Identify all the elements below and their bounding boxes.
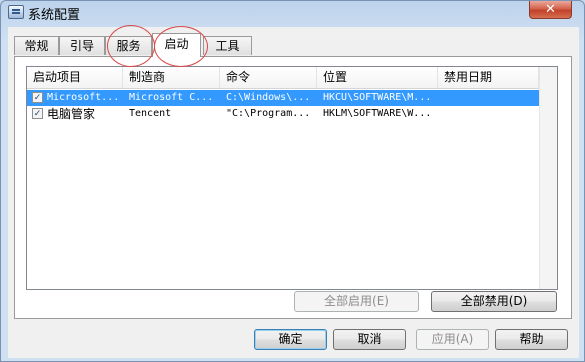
item-location: HKLM\SOFTWARE\W... (323, 108, 432, 119)
list-item[interactable]: ✓ Microsoft... Microsoft C... C:\Windows… (27, 90, 539, 106)
highlight-circle-services (107, 25, 155, 67)
item-manufacturer: Microsoft C... (129, 92, 214, 103)
enable-all-button[interactable]: 全部启用(E) (294, 291, 419, 312)
item-location: HKCU\SOFTWARE\M... (323, 92, 432, 103)
system-config-window: 系统配置 ✕ 常规 引导 服务 启动 工具 启动项目 制造商 命令 位置 禁用日… (0, 0, 585, 362)
disable-all-button[interactable]: 全部禁用(D) (431, 291, 557, 312)
list-item[interactable]: ✓ 电脑管家 Tencent "C:\Program... HKLM\SOFTW… (27, 106, 539, 122)
startup-items-list[interactable]: 启动项目 制造商 命令 位置 禁用日期 ✓ Microsoft... Micro… (26, 66, 558, 290)
item-disabled-date (444, 106, 534, 122)
list-header: 启动项目 制造商 命令 位置 禁用日期 (27, 67, 557, 89)
ok-button[interactable]: 确定 (254, 329, 327, 350)
close-button[interactable]: ✕ (529, 1, 572, 19)
column-header-command[interactable]: 命令 (220, 67, 317, 88)
column-header-startup-item[interactable]: 启动项目 (27, 67, 123, 88)
item-manufacturer: Tencent (129, 108, 172, 119)
item-name: Microsoft... (47, 92, 120, 103)
item-disabled-date (444, 90, 534, 106)
list-scrollbar[interactable] (539, 67, 557, 289)
column-header-location[interactable]: 位置 (317, 67, 438, 88)
item-command: C:\Windows\... (226, 92, 311, 103)
apply-button[interactable]: 应用(A) (416, 329, 489, 350)
help-button[interactable]: 帮助 (495, 329, 568, 350)
startup-checkbox[interactable]: ✓ (32, 108, 43, 119)
tab-general[interactable]: 常规 (14, 36, 59, 55)
highlight-circle-startup (154, 26, 208, 67)
startup-checkbox[interactable]: ✓ (32, 92, 43, 103)
dialog-body: 常规 引导 服务 启动 工具 启动项目 制造商 命令 位置 禁用日期 ✓ Mic… (8, 25, 579, 358)
column-header-disabled-date[interactable]: 禁用日期 (438, 67, 539, 88)
msconfig-app-icon (8, 5, 24, 19)
tab-tools[interactable]: 工具 (203, 36, 252, 55)
title-bar[interactable]: 系统配置 ✕ (1, 1, 584, 27)
item-name: 电脑管家 (47, 107, 96, 121)
column-header-manufacturer[interactable]: 制造商 (123, 67, 220, 88)
startup-tab-panel: 启动项目 制造商 命令 位置 禁用日期 ✓ Microsoft... Micro… (14, 56, 572, 319)
item-command: "C:\Program... (226, 108, 311, 119)
cancel-button[interactable]: 取消 (333, 329, 406, 350)
tab-boot[interactable]: 引导 (59, 36, 105, 55)
window-title: 系统配置 (28, 8, 81, 23)
